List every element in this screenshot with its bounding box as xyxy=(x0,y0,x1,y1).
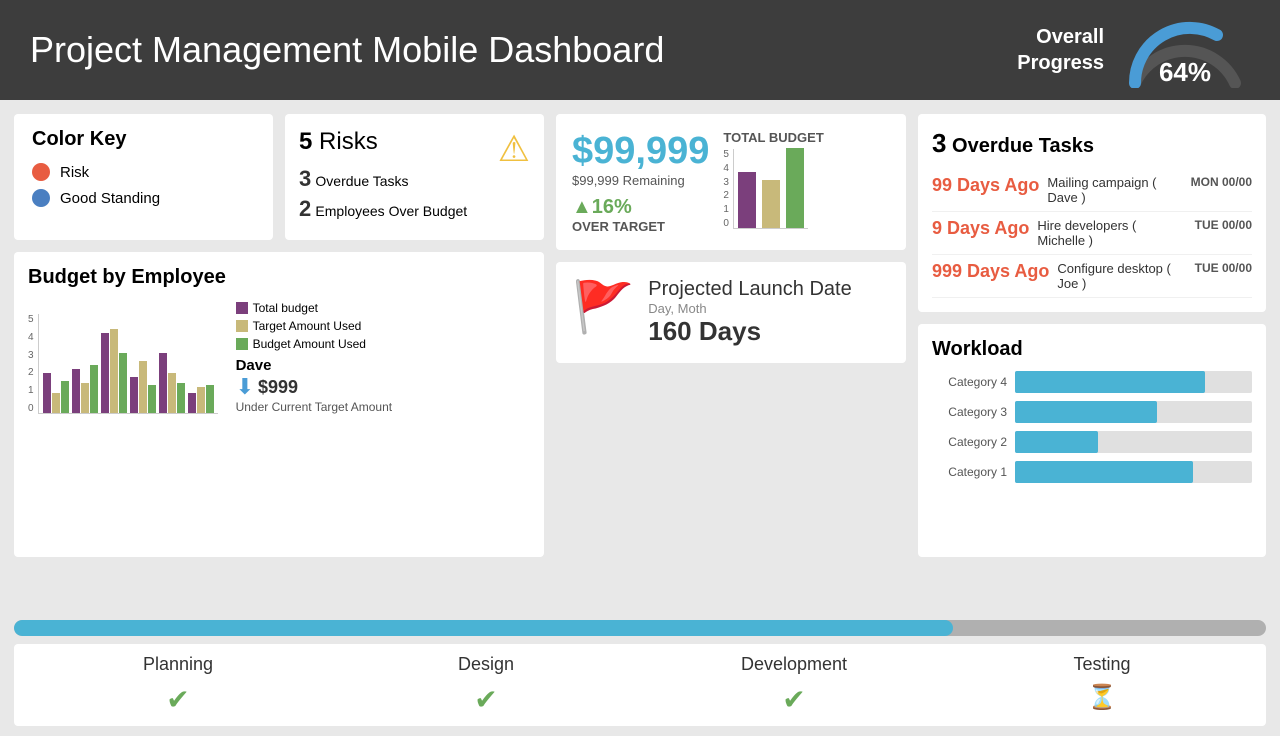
risks-card: 5 Risks 3 Overdue Tasks 2 Employees Over… xyxy=(285,114,544,240)
overdue-row: 3 Overdue Tasks xyxy=(299,166,467,192)
legend-risk: Risk xyxy=(32,163,255,181)
left-column: Color Key Risk Good Standing 5 Risks xyxy=(14,114,544,557)
middle-column: $99,999 $99,999 Remaining ▲16% OVER TARG… xyxy=(556,114,906,557)
risks-count: 5 xyxy=(299,128,312,155)
dave-section: Dave ⬇ $999 Under Current Target Amount xyxy=(236,357,530,414)
budget-title: Budget by Employee xyxy=(28,266,530,289)
task-row: 999 Days Ago Configure desktop ( Joe ) T… xyxy=(932,255,1252,298)
stage-planning: Planning ✔ xyxy=(24,654,332,716)
total-budget-amount: $99,999 xyxy=(572,130,709,173)
good-label: Good Standing xyxy=(60,190,160,207)
mini-y-labels: 012345 xyxy=(723,149,731,229)
check-icon: ✔ xyxy=(332,683,640,716)
stage-design: Design ✔ xyxy=(332,654,640,716)
main-content: Color Key Risk Good Standing 5 Risks xyxy=(0,100,1280,620)
down-arrow-icon: ⬇ xyxy=(236,374,254,400)
color-key-title: Color Key xyxy=(32,128,255,151)
mini-bar-chart xyxy=(733,149,808,229)
workload-card: Workload Category 4 Category 3 Category … xyxy=(918,324,1266,557)
color-key-card: Color Key Risk Good Standing xyxy=(14,114,273,240)
bottom-section: Planning ✔ Design ✔ Development ✔ Testin… xyxy=(0,620,1280,736)
stage-progress-bar xyxy=(14,620,1266,636)
risk-dot xyxy=(32,163,50,181)
right-column: 3 Overdue Tasks 99 Days Ago Mailing camp… xyxy=(918,114,1266,557)
legend-good: Good Standing xyxy=(32,189,255,207)
wl-row-cat1: Category 1 xyxy=(932,461,1252,483)
header: Project Management Mobile Dashboard Over… xyxy=(0,0,1280,100)
stages-container: Planning ✔ Design ✔ Development ✔ Testin… xyxy=(14,644,1266,726)
stage-development: Development ✔ xyxy=(640,654,948,716)
budget-numbers-card: $99,999 $99,999 Remaining ▲16% OVER TARG… xyxy=(556,114,906,250)
risk-label: Risk xyxy=(60,164,89,181)
risks-label: Risks xyxy=(319,128,378,155)
flag-icon: 🚩 xyxy=(572,278,634,337)
budget-chart-section: TOTAL BUDGET 012345 xyxy=(723,130,823,229)
progress-label: OverallProgress xyxy=(1017,24,1104,76)
warning-icon: ⚠ xyxy=(498,128,530,170)
wl-row-cat3: Category 3 xyxy=(932,401,1252,423)
good-dot xyxy=(32,189,50,207)
bar-chart xyxy=(38,314,218,414)
percent-value: ▲16% xyxy=(572,196,709,219)
hourglass-icon: ⏳ xyxy=(948,683,1256,712)
launch-date-card: 🚩 Projected Launch Date Day, Moth 160 Da… xyxy=(556,262,906,363)
overdue-title: 3 Overdue Tasks xyxy=(932,128,1252,159)
over-budget-row: 2 Employees Over Budget xyxy=(299,196,467,222)
check-icon: ✔ xyxy=(24,683,332,716)
y-axis-labels: 012345 xyxy=(28,314,36,414)
budget-amount-section: $99,999 $99,999 Remaining ▲16% OVER TARG… xyxy=(572,130,709,234)
over-target-label: OVER TARGET xyxy=(572,219,709,234)
task-row: 9 Days Ago Hire developers ( Michelle ) … xyxy=(932,212,1252,255)
stage-testing: Testing ⏳ xyxy=(948,654,1256,716)
launch-info: Projected Launch Date Day, Moth 160 Days xyxy=(648,278,851,347)
wl-row-cat2: Category 2 xyxy=(932,431,1252,453)
stage-progress-fill xyxy=(14,620,953,636)
gauge: 64% xyxy=(1120,13,1250,88)
workload-title: Workload xyxy=(932,338,1252,361)
budget-legend: Total budget Target Amount Used Budget A… xyxy=(236,297,530,351)
gauge-percent: 64% xyxy=(1120,57,1250,88)
overdue-tasks-card: 3 Overdue Tasks 99 Days Ago Mailing camp… xyxy=(918,114,1266,312)
page-title: Project Management Mobile Dashboard xyxy=(30,29,664,71)
check-icon: ✔ xyxy=(640,683,948,716)
budget-content: 012345 xyxy=(28,297,530,414)
overall-progress: OverallProgress 64% xyxy=(1017,13,1250,88)
task-row: 99 Days Ago Mailing campaign ( Dave ) MO… xyxy=(932,169,1252,212)
left-top-row: Color Key Risk Good Standing 5 Risks xyxy=(14,114,544,240)
wl-row-cat4: Category 4 xyxy=(932,371,1252,393)
budget-employee-card: Budget by Employee 012345 xyxy=(14,252,544,557)
